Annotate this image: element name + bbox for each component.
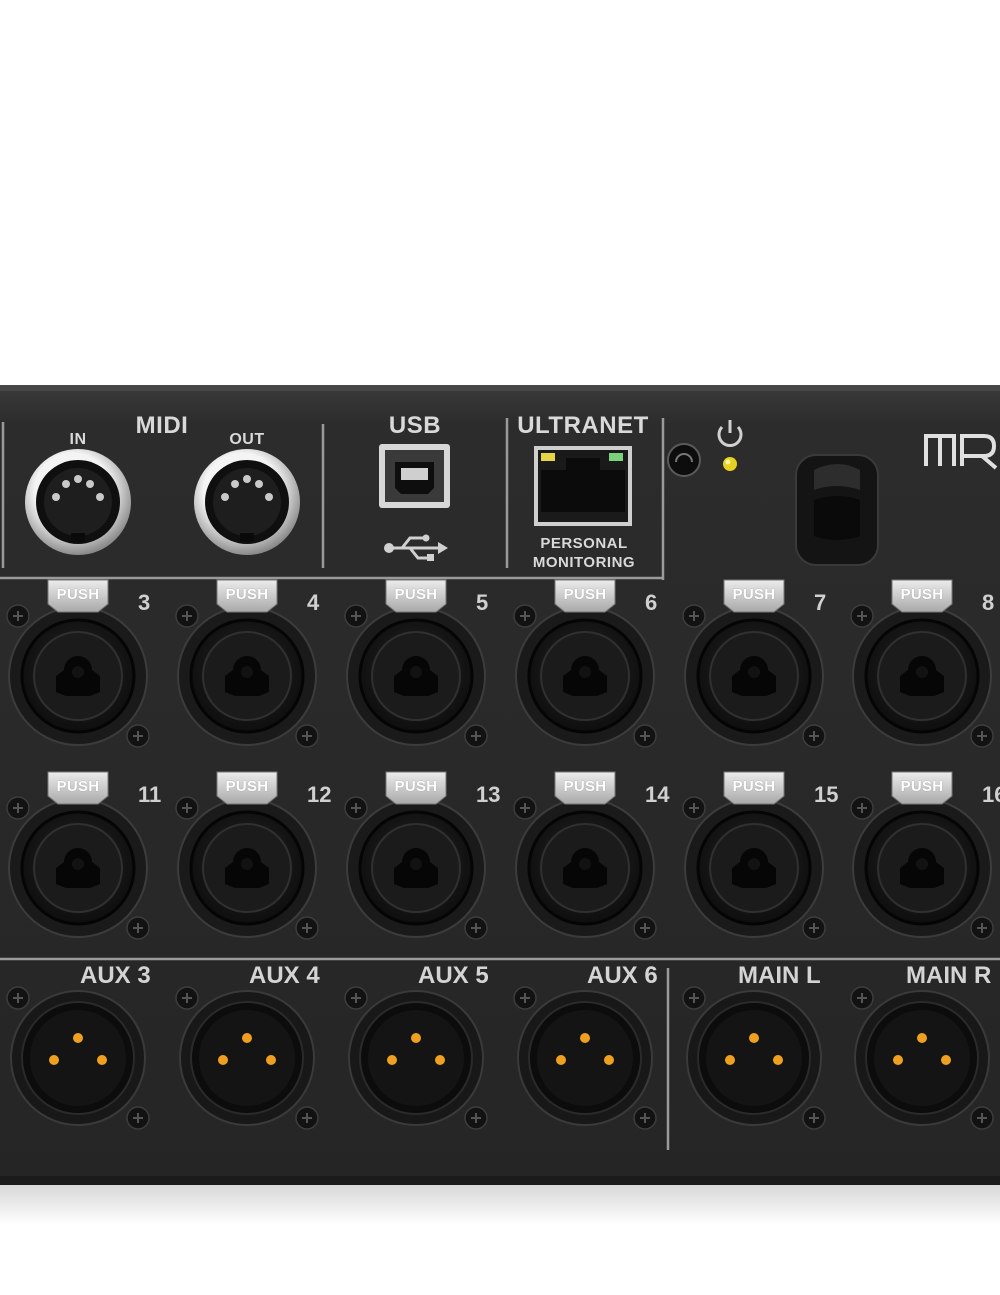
push-label: PUSH (563, 586, 607, 603)
push-label: PUSH (394, 586, 438, 603)
link-led-green (609, 453, 623, 461)
channel-number: 14 (645, 782, 670, 807)
mixer-rear-panel (0, 385, 1000, 1225)
channel-number: 16 (982, 782, 1000, 807)
output-label: MAIN R (906, 962, 992, 989)
midi-in-label: IN (69, 431, 87, 448)
channel-number: 15 (814, 782, 839, 807)
channel-number: 8 (982, 590, 995, 615)
push-label: PUSH (900, 586, 944, 603)
push-label: PUSH (732, 778, 776, 795)
push-label: PUSH (900, 778, 944, 795)
output-label: AUX 3 (80, 962, 151, 989)
output-label: AUX 5 (418, 962, 489, 989)
push-label: PUSH (56, 586, 100, 603)
cable-clamp (795, 454, 879, 566)
power-led (723, 457, 737, 471)
channel-number: 11 (138, 782, 162, 807)
usb-title: USB (388, 412, 442, 439)
channel-number: 13 (476, 782, 501, 807)
floor-reflection (0, 1185, 1000, 1225)
midi-out-connector (194, 449, 300, 555)
ultranet-caption-line1: PERSONAL (540, 535, 628, 552)
channel-number: 12 (307, 782, 332, 807)
output-label: AUX 4 (249, 962, 320, 989)
link-led-yellow (541, 453, 555, 461)
push-label: PUSH (563, 778, 607, 795)
push-label: PUSH (732, 586, 776, 603)
push-label: PUSH (394, 778, 438, 795)
output-label: AUX 6 (587, 962, 658, 989)
channel-number: 3 (138, 590, 151, 615)
output-label: MAIN L (738, 962, 821, 989)
channel-number: 7 (814, 590, 827, 615)
channel-number: 6 (645, 590, 658, 615)
push-label: PUSH (225, 778, 269, 795)
usb-port (379, 444, 450, 508)
midi-out-label: OUT (229, 431, 265, 448)
push-label: PUSH (225, 586, 269, 603)
product-photo: MIDI IN OUT USB ULTRANET PERSONAL MONITO… (0, 0, 1000, 1295)
push-label: PUSH (56, 778, 100, 795)
midi-title: MIDI (135, 412, 189, 439)
channel-number: 5 (476, 590, 489, 615)
channel-number: 4 (307, 590, 320, 615)
midi-in-connector (25, 449, 131, 555)
ultranet-caption-line2: MONITORING (532, 554, 636, 571)
ultranet-title: ULTRANET (517, 412, 649, 439)
reset-button (667, 443, 701, 477)
ultranet-port (534, 446, 632, 526)
